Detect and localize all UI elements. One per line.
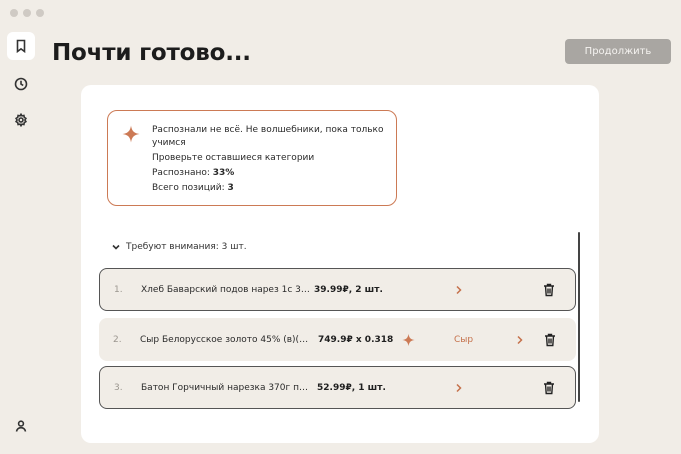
item-number: 3. [114, 382, 123, 393]
attention-toggle[interactable]: Требуют внимания: 3 шт. [112, 242, 247, 252]
item-name: Сыр Белорусское золото 45% (в)(Б... [140, 334, 310, 345]
sidebar-item-history[interactable] [7, 70, 35, 98]
item-name: Хлеб Баварский подов нарез 1с 300г [141, 284, 311, 295]
chevron-right-icon[interactable] [455, 383, 463, 393]
scrollbar[interactable] [578, 232, 580, 402]
item-price: 39.99₽, 2 шт. [314, 284, 383, 295]
item-number: 2. [113, 334, 122, 345]
sidebar-item-bookmarks[interactable] [7, 32, 35, 60]
bookmark-icon [16, 39, 26, 53]
sidebar [0, 0, 42, 454]
total-label: Всего позиций: [152, 183, 228, 193]
trash-icon[interactable] [543, 283, 555, 297]
list-item[interactable]: 2. Сыр Белорусское золото 45% (в)(Б... 7… [99, 318, 576, 361]
item-category[interactable]: Сыр [454, 335, 473, 345]
list-item[interactable]: 3. Батон Горчичный нарезка 370г пол... 5… [99, 366, 576, 409]
trash-icon[interactable] [543, 381, 555, 395]
total-stat: Всего позиций: 3 [152, 182, 388, 195]
chevron-down-icon [112, 244, 120, 250]
recognition-notice: Распознали не всё. Не волшебники, пока т… [107, 110, 397, 206]
total-value: 3 [227, 183, 234, 193]
notice-hint: Проверьте оставшиеся категории [152, 153, 315, 163]
list-item[interactable]: 1. Хлеб Баварский подов нарез 1с 300г 39… [99, 268, 576, 311]
sidebar-item-settings[interactable] [7, 106, 35, 134]
continue-button[interactable]: Продолжить [565, 39, 671, 64]
recognized-stat: Распознано: 33% [152, 167, 388, 180]
receipt-card: Распознали не всё. Не волшебники, пока т… [81, 85, 599, 443]
page-title: Почти готово... [52, 40, 251, 66]
item-name: Батон Горчичный нарезка 370г пол... [141, 382, 311, 393]
sparkle-icon [122, 125, 140, 143]
item-price: 52.99₽, 1 шт. [317, 382, 386, 393]
gear-icon [14, 113, 28, 127]
chevron-right-icon[interactable] [455, 285, 463, 295]
trash-icon[interactable] [544, 333, 556, 347]
notice-message: Распознали не всё. Не волшебники, пока т… [152, 125, 384, 148]
item-price: 749.9₽ x 0.318 [318, 334, 394, 345]
user-icon [15, 420, 27, 432]
sidebar-item-profile[interactable] [7, 412, 35, 440]
sparkle-icon [402, 333, 415, 346]
attention-label: Требуют внимания: 3 шт. [126, 242, 247, 252]
recognized-value: 33% [212, 168, 235, 178]
clock-icon [14, 77, 28, 91]
chevron-right-icon[interactable] [516, 335, 524, 345]
item-number: 1. [114, 284, 123, 295]
recognized-label: Распознано: [152, 168, 213, 178]
